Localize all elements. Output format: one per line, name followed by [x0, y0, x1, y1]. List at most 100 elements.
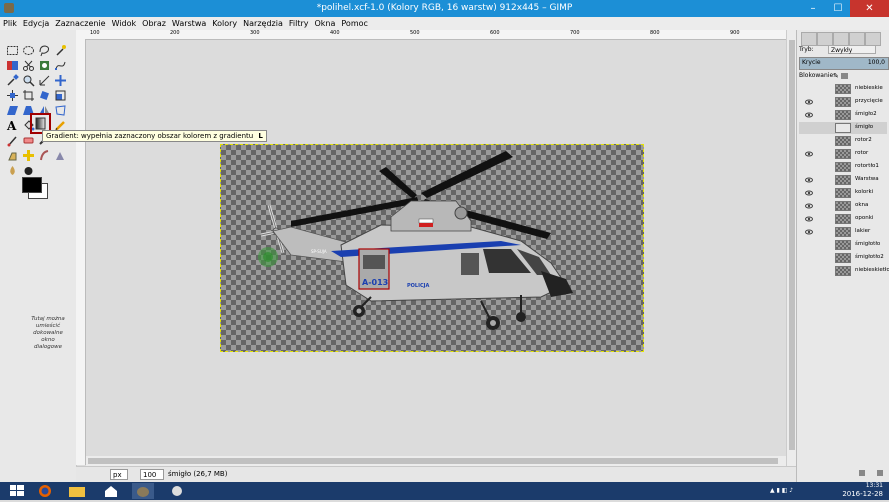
gimp-taskbar-icon[interactable] — [132, 483, 154, 499]
foreground-select-icon[interactable] — [38, 59, 51, 72]
eye-icon[interactable] — [805, 163, 813, 171]
menu-widok[interactable]: Widok — [109, 17, 140, 30]
cage-icon[interactable] — [54, 104, 67, 117]
new-layer-icon[interactable] — [859, 470, 865, 476]
fuzzy-select-icon[interactable] — [54, 44, 67, 57]
eye-icon[interactable] — [805, 85, 813, 93]
menu-plik[interactable]: Plik — [0, 17, 20, 30]
layer-row[interactable]: rotor — [799, 148, 887, 160]
dock-hint-text: Tutaj można umieścić dokowalne okno dial… — [31, 316, 65, 350]
eraser-icon[interactable] — [22, 134, 35, 147]
layer-thumbnail — [835, 162, 851, 172]
menu-narzedzia[interactable]: Narzędzia — [240, 17, 286, 30]
menu-okna[interactable]: Okna — [311, 17, 338, 30]
tray-icons[interactable]: ▲ ▮ ◧ ♪ — [770, 487, 793, 494]
firefox-icon[interactable] — [34, 483, 56, 499]
lock-alpha-icon[interactable] — [841, 73, 848, 79]
eye-icon[interactable] — [805, 202, 813, 210]
layer-row[interactable]: rotortło1 — [799, 161, 887, 173]
layer-row[interactable]: okna — [799, 200, 887, 212]
eye-icon[interactable] — [805, 241, 813, 249]
measure-icon[interactable] — [38, 74, 51, 87]
clock-time[interactable]: 13:31 — [866, 482, 883, 489]
layer-row[interactable]: śmigłotło2 — [799, 252, 887, 264]
color-picker-icon[interactable] — [6, 74, 19, 87]
layer-row[interactable]: śmigło — [799, 122, 887, 134]
eye-icon[interactable] — [805, 189, 813, 197]
tab-layers[interactable] — [801, 32, 817, 46]
zoom-select[interactable]: 100 % — [140, 469, 164, 490]
rect-select-icon[interactable] — [6, 44, 19, 57]
layer-thumbnail — [835, 240, 851, 250]
eye-icon[interactable] — [805, 176, 813, 184]
gradient-icon[interactable] — [34, 117, 47, 130]
close-button[interactable]: ✕ — [850, 0, 889, 17]
ellipse-select-icon[interactable] — [22, 44, 35, 57]
menu-pomoc[interactable]: Pomoc — [338, 17, 371, 30]
layer-row[interactable]: oponki — [799, 213, 887, 225]
move-icon[interactable] — [54, 74, 67, 87]
eye-icon[interactable] — [805, 124, 813, 132]
clone-icon[interactable] — [6, 149, 19, 162]
eye-icon[interactable] — [805, 98, 813, 106]
opacity-slider[interactable]: Krycie 100,0 — [799, 57, 889, 70]
minimize-button[interactable]: – — [800, 0, 826, 17]
start-icon[interactable] — [6, 483, 28, 499]
mode-select[interactable]: Zwykły — [828, 45, 876, 54]
eye-icon[interactable] — [805, 254, 813, 262]
home-icon[interactable] — [100, 483, 122, 499]
color-select-icon[interactable] — [6, 59, 19, 72]
menu-filtry[interactable]: Filtry — [286, 17, 312, 30]
menu-kolory[interactable]: Kolory — [209, 17, 240, 30]
explorer-icon[interactable] — [66, 483, 88, 499]
layer-row[interactable]: kolorki — [799, 187, 887, 199]
lock-pixels-icon[interactable]: ✎ — [833, 72, 839, 80]
paintbrush-icon[interactable] — [6, 134, 19, 147]
eye-icon[interactable] — [805, 137, 813, 145]
menu-obraz[interactable]: Obraz — [139, 17, 169, 30]
layer-row[interactable]: niebieskie — [799, 83, 887, 95]
smudge-icon[interactable] — [38, 149, 51, 162]
horizontal-scrollbar[interactable] — [86, 456, 786, 466]
scale-icon[interactable] — [54, 89, 67, 102]
shear-icon[interactable] — [6, 104, 19, 117]
lasso-icon[interactable] — [38, 44, 51, 57]
layer-row[interactable]: Warstwa — [799, 174, 887, 186]
scissors-icon[interactable] — [22, 59, 35, 72]
layer-row[interactable]: niebieskietło — [799, 265, 889, 277]
tab-undo[interactable] — [849, 32, 865, 46]
layer-row[interactable]: lakier — [799, 226, 887, 238]
clock-date[interactable]: 2016-12-28 — [842, 490, 883, 498]
zoom-icon[interactable] — [22, 74, 35, 87]
dodge-icon[interactable] — [54, 149, 67, 162]
menu-edycja[interactable]: Edycja — [20, 17, 52, 30]
layer-row[interactable]: przycięcie — [799, 96, 887, 108]
unit-select[interactable]: px — [110, 469, 128, 480]
app-icon[interactable] — [166, 483, 188, 499]
blur-icon[interactable] — [6, 164, 19, 177]
menu-warstwa[interactable]: Warstwa — [169, 17, 209, 30]
heal-icon[interactable] — [22, 149, 35, 162]
delete-layer-icon[interactable] — [877, 470, 883, 476]
tab-paths[interactable] — [833, 32, 849, 46]
menu-zaznaczenie[interactable]: Zaznaczenie — [52, 17, 108, 30]
layer-row[interactable]: śmigłotło — [799, 239, 887, 251]
tab-brushes[interactable] — [865, 32, 881, 46]
layer-row[interactable]: śmigło2 — [799, 109, 887, 121]
maximize-button[interactable]: ☐ — [826, 0, 850, 17]
tab-channels[interactable] — [817, 32, 833, 46]
eye-icon[interactable] — [805, 111, 813, 119]
eye-icon[interactable] — [805, 215, 813, 223]
eye-icon[interactable] — [805, 267, 813, 275]
foreground-color-swatch[interactable] — [22, 177, 42, 193]
layer-row[interactable]: rotor2 — [799, 135, 887, 147]
image-canvas[interactable]: A-013 POLICJA SP-SUJA — [220, 144, 644, 352]
rotate-icon[interactable] — [38, 89, 51, 102]
align-icon[interactable] — [6, 89, 19, 102]
paths-icon[interactable] — [54, 59, 67, 72]
text-icon[interactable]: A — [6, 119, 19, 132]
eye-icon[interactable] — [805, 228, 813, 236]
crop-icon[interactable] — [22, 89, 35, 102]
ink-icon[interactable] — [22, 164, 35, 177]
eye-icon[interactable] — [805, 150, 813, 158]
